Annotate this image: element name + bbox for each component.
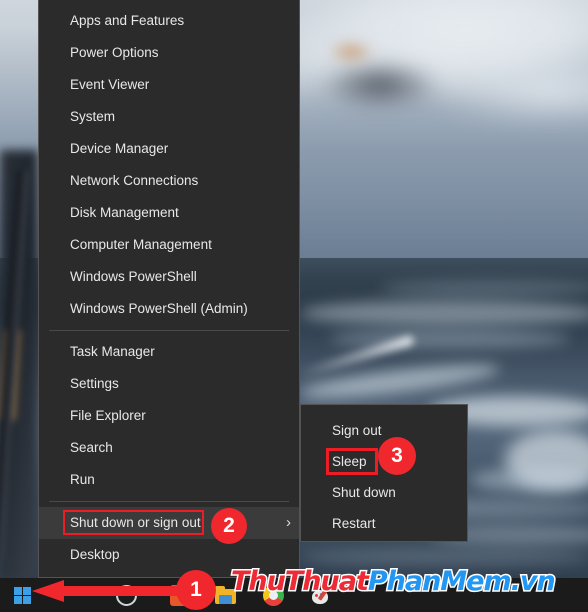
menu-item-label: Apps and Features [70,13,185,28]
menu-item-power-options[interactable]: Power Options [39,37,299,69]
win-x-context-menu: Apps and Features Power Options Event View… [38,0,300,578]
watermark: ThuThuatPhanMem.vn [230,565,558,599]
menu-divider [49,501,289,502]
menu-item-settings[interactable]: Settings [39,368,299,400]
menu-item-label: Disk Management [70,205,179,220]
step-1-arrow [32,580,188,602]
wallpaper-wave [380,280,588,296]
step-2-highlight-box [63,510,204,535]
menu-item-label: Run [70,472,95,487]
wallpaper-wave [470,468,588,492]
shut-down-submenu-list: Sign out Sleep Shut down Restart [301,405,467,539]
submenu-item-label: Sign out [332,423,382,438]
wallpaper-wave [330,330,570,348]
menu-item-disk-management[interactable]: Disk Management [39,197,299,229]
windows-logo-icon [14,587,31,604]
wallpaper-wave [300,548,588,566]
wallpaper-wave [300,300,588,326]
menu-item-label: Event Viewer [70,77,150,92]
menu-item-system[interactable]: System [39,101,299,133]
menu-item-apps-and-features[interactable]: Apps and Features [39,5,299,37]
menu-item-label: Windows PowerShell (Admin) [70,301,248,316]
wallpaper-warm-light [328,40,374,64]
submenu-item-label: Restart [332,516,376,531]
menu-item-task-manager[interactable]: Task Manager [39,336,299,368]
submenu-item-shut-down[interactable]: Shut down [301,477,467,508]
win-x-menu-list: Apps and Features Power Options Event View… [39,0,299,571]
menu-item-label: File Explorer [70,408,146,423]
step-3-highlight-box [326,448,378,475]
menu-item-label: Search [70,440,113,455]
menu-item-label: Settings [70,376,119,391]
menu-item-computer-management[interactable]: Computer Management [39,229,299,261]
menu-divider [49,330,289,331]
menu-item-label: Computer Management [70,237,212,252]
watermark-part2: PhanMem [366,565,513,599]
menu-item-label: Device Manager [70,141,169,156]
menu-item-device-manager[interactable]: Device Manager [39,133,299,165]
menu-item-network-connections[interactable]: Network Connections [39,165,299,197]
menu-item-label: Desktop [70,547,120,562]
menu-item-windows-powershell-admin[interactable]: Windows PowerShell (Admin) [39,293,299,325]
menu-item-event-viewer[interactable]: Event Viewer [39,69,299,101]
menu-item-label: Task Manager [70,344,155,359]
menu-item-shut-down-or-sign-out[interactable]: Shut down or sign out › [39,507,299,539]
shut-down-submenu: Sign out Sleep Shut down Restart [300,404,468,542]
step-3-badge: 3 [378,437,416,475]
menu-item-label: System [70,109,116,124]
menu-item-label: Windows PowerShell [70,269,197,284]
watermark-part1: ThuThuat [230,565,371,599]
menu-item-label: Network Connections [70,173,199,188]
menu-item-label: Power Options [70,45,159,60]
menu-item-search[interactable]: Search [39,432,299,464]
menu-item-run[interactable]: Run [39,464,299,496]
wallpaper-dark-cloud [320,60,440,110]
menu-item-windows-powershell[interactable]: Windows PowerShell [39,261,299,293]
menu-item-file-explorer[interactable]: File Explorer [39,400,299,432]
chevron-right-icon: › [286,514,291,531]
watermark-part3: .vn [509,565,557,599]
step-1-badge: 1 [176,570,216,610]
submenu-item-label: Shut down [332,485,396,500]
step-2-badge: 2 [211,508,247,544]
submenu-item-restart[interactable]: Restart [301,508,467,539]
